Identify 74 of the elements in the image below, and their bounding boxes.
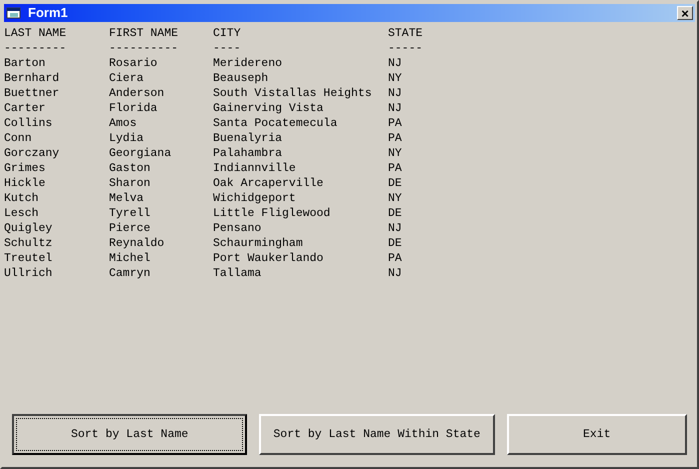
table-cell: Tyrell xyxy=(109,207,150,220)
table-cell: Rosario xyxy=(109,57,158,70)
table-cell: DE xyxy=(388,177,402,190)
table-cell: PA xyxy=(388,117,402,130)
table-cell: Georgiana xyxy=(109,147,172,160)
column-header: STATE xyxy=(388,27,423,40)
action-button[interactable]: Exit xyxy=(506,414,688,455)
table-cell: Barton xyxy=(4,57,46,70)
window-icon xyxy=(6,6,22,20)
table-cell: Pierce xyxy=(109,222,150,235)
table-cell: DE xyxy=(388,237,402,250)
table-cell: Lesch xyxy=(4,207,39,220)
table-cell: NY xyxy=(388,192,402,205)
table-cell: South Vistallas Heights xyxy=(213,87,372,100)
table-cell: Gainerving Vista xyxy=(213,102,324,115)
table-cell: Schultz xyxy=(4,237,52,250)
table-cell: NJ xyxy=(388,222,402,235)
table-cell: Florida xyxy=(109,102,158,115)
table-cell: DE xyxy=(388,207,402,220)
table-cell: Kutch xyxy=(4,192,39,205)
close-button[interactable]: × xyxy=(677,6,693,20)
table-cell: Buenalyria xyxy=(213,132,282,145)
table-cell: Lydia xyxy=(109,132,144,145)
table-cell: Oak Arcaperville xyxy=(213,177,324,190)
table-cell: Amos xyxy=(109,117,137,130)
action-button[interactable]: Sort by Last Name Within State xyxy=(259,414,495,455)
table-cell: Carter xyxy=(4,102,46,115)
table-cell: Melva xyxy=(109,192,144,205)
separator-text: ---------- xyxy=(109,42,178,55)
table-cell: Wichidgeport xyxy=(213,192,296,205)
table-cell: Reynaldo xyxy=(109,237,164,250)
table-cell: Gorczany xyxy=(4,147,60,160)
table-cell: NY xyxy=(388,147,402,160)
table-cell: Camryn xyxy=(109,267,150,280)
table-cell: Quigley xyxy=(4,222,52,235)
table-cell: Hickle xyxy=(4,177,46,190)
table-cell: Ciera xyxy=(109,72,144,85)
table-cell: PA xyxy=(388,162,402,175)
table-cell: NJ xyxy=(388,87,402,100)
table-cell: Collins xyxy=(4,117,52,130)
column-header: LAST NAME xyxy=(4,27,66,40)
column-header: CITY xyxy=(213,27,241,40)
table-cell: Meridereno xyxy=(213,57,282,70)
table-cell: Grimes xyxy=(4,162,46,175)
table-cell: Sharon xyxy=(109,177,150,190)
window-title: Form1 xyxy=(28,4,68,22)
table-cell: PA xyxy=(388,132,402,145)
table-cell: Ullrich xyxy=(4,267,52,280)
table-cell: Buettner xyxy=(4,87,60,100)
table-cell: Treutel xyxy=(4,252,52,265)
table-cell: PA xyxy=(388,252,402,265)
table-cell: Palahambra xyxy=(213,147,282,160)
table-cell: Santa Pocatemecula xyxy=(213,117,338,130)
table-cell: Tallama xyxy=(213,267,262,280)
separator-text: --------- xyxy=(4,42,66,55)
column-header: FIRST NAME xyxy=(109,27,178,40)
table-cell: Michel xyxy=(109,252,150,265)
table-cell: Port Waukerlando xyxy=(213,252,324,265)
table-cell: Bernhard xyxy=(4,72,60,85)
separator-text: ---- xyxy=(213,42,241,55)
table-cell: Little Fliglewood xyxy=(213,207,330,220)
separator-text: ----- xyxy=(388,42,423,55)
table-cell: Beauseph xyxy=(213,72,268,85)
table-cell: Indiannville xyxy=(213,162,296,175)
table-cell: NJ xyxy=(388,267,402,280)
action-button[interactable]: Sort by Last Name xyxy=(12,414,248,455)
table-cell: NJ xyxy=(388,57,402,70)
table-cell: Pensano xyxy=(213,222,262,235)
table-cell: Anderson xyxy=(109,87,164,100)
table-cell: NY xyxy=(388,72,402,85)
table-cell: NJ xyxy=(388,102,402,115)
table-cell: Gaston xyxy=(109,162,150,175)
table-cell: Schaurmingham xyxy=(213,237,303,250)
table-cell: Conn xyxy=(4,132,32,145)
